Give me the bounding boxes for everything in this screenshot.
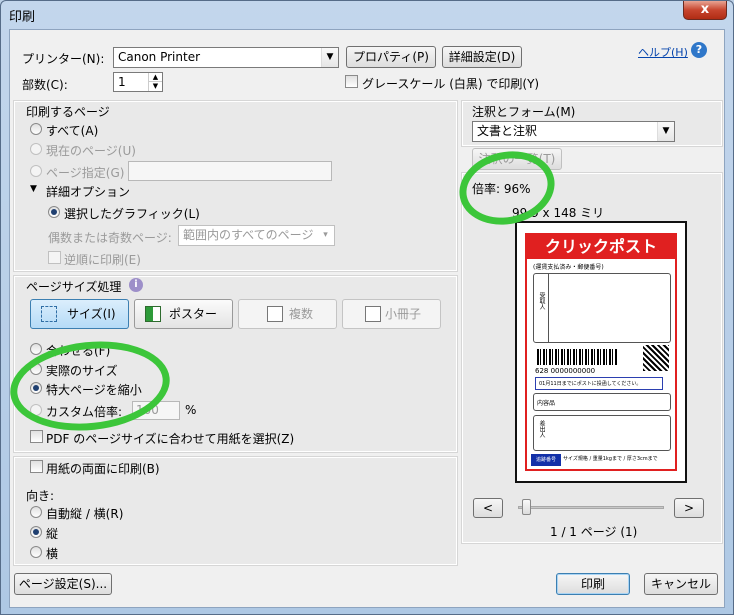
footer-note: サイズ規格 / 重量1kgまで / 厚さ3cmまで	[563, 456, 658, 462]
grayscale-label: グレースケール (白黒) で印刷(Y)	[362, 77, 540, 91]
odd-even-label: 偶数または奇数ページ:	[48, 231, 172, 245]
page-range-label: ページ指定(G)	[46, 166, 125, 180]
multiple-label: 複数	[289, 307, 314, 321]
chevron-down-icon: ▾	[323, 230, 328, 240]
chevron-down-icon: ▼	[321, 48, 338, 67]
size-button[interactable]: サイズ(I)	[30, 299, 129, 329]
size-label: サイズ(I)	[67, 307, 116, 321]
multiple-icon	[267, 306, 283, 322]
reverse-label: 逆順に印刷(E)	[64, 253, 141, 267]
print-button[interactable]: 印刷	[556, 573, 630, 595]
grayscale-checkbox[interactable]	[345, 75, 358, 88]
booklet-label: 小冊子	[385, 307, 422, 321]
contents-box: 内容品	[533, 393, 671, 411]
portrait-label: 縦	[46, 527, 59, 541]
page-range-input[interactable]	[128, 161, 332, 181]
comments-select[interactable]: 文書と注釈 ▼	[472, 121, 675, 142]
page-slider-track[interactable]	[518, 506, 664, 509]
recipient-label: 受取人	[538, 292, 545, 310]
current-page-label: 現在のページ(U)	[46, 144, 136, 158]
pdf-size-checkbox[interactable]	[30, 430, 43, 443]
printer-value: Canon Printer	[118, 50, 201, 64]
page-slider-thumb[interactable]	[522, 499, 531, 515]
poster-button[interactable]: ポスター	[134, 299, 233, 329]
deadline-notice: 01月11日までにポストに投函してください。	[535, 377, 663, 390]
dialog-body: プリンター(N): Canon Printer ▼ プロパティ(P) 詳細設定(…	[5, 29, 725, 608]
dialog-title: 印刷	[9, 10, 36, 25]
odd-even-value: 範囲内のすべてのページ	[183, 228, 314, 242]
help-link[interactable]: ヘルプ(H)	[638, 44, 688, 60]
chevron-down-icon: ▼	[657, 122, 674, 141]
current-page-radio[interactable]	[30, 143, 42, 155]
duplex-checkbox[interactable]	[30, 460, 43, 473]
fit-radio[interactable]	[30, 343, 42, 355]
paid-note: (運賃支払済み・郵便番号)	[533, 264, 604, 271]
tracking-number: 628 0000000000	[535, 367, 596, 375]
next-page-button[interactable]: >	[674, 498, 704, 518]
page-range-radio[interactable]	[30, 165, 42, 177]
poster-label: ポスター	[169, 307, 218, 321]
brand-banner: クリックポスト	[527, 235, 675, 259]
selected-graphic-label: 選択したグラフィック(L)	[64, 207, 200, 221]
landscape-radio[interactable]	[30, 546, 42, 558]
comments-value: 文書と注釈	[477, 124, 538, 138]
print-dialog: 印刷 x プリンター(N): Canon Printer ▼ プロパティ(P) …	[0, 0, 734, 615]
multiple-button[interactable]: 複数	[238, 299, 337, 329]
selected-graphic-radio[interactable]	[48, 206, 60, 218]
auto-orientation-radio[interactable]	[30, 506, 42, 518]
sizing-heading: ページサイズ処理	[26, 280, 122, 294]
all-pages-label: すべて(A)	[46, 124, 99, 138]
pdf-size-label: PDF のページサイズに合わせて用紙を選択(Z)	[46, 432, 295, 446]
properties-button[interactable]: プロパティ(P)	[346, 46, 436, 68]
cancel-button[interactable]: キャンセル	[644, 573, 718, 595]
help-icon[interactable]: ?	[691, 42, 707, 58]
close-button[interactable]: x	[683, 1, 727, 20]
sender-box: 差出人	[533, 415, 671, 451]
auto-orientation-label: 自動縦 / 横(R)	[46, 507, 124, 521]
prev-page-button[interactable]: <	[473, 498, 503, 518]
percent-label: %	[185, 403, 197, 417]
sender-label: 差出人	[538, 420, 545, 438]
all-pages-radio[interactable]	[30, 123, 42, 135]
odd-even-select[interactable]: 範囲内のすべてのページ ▾	[178, 225, 335, 246]
recipient-box: 受取人	[533, 273, 671, 343]
reverse-checkbox[interactable]	[48, 251, 61, 264]
size-icon	[41, 306, 57, 322]
advanced-button[interactable]: 詳細設定(D)	[442, 46, 522, 68]
page-setup-button[interactable]: ページ設定(S)...	[14, 573, 112, 595]
stepper-up-icon[interactable]: ▲	[148, 73, 162, 82]
expand-triangle-icon[interactable]: ▼	[30, 184, 37, 194]
orientation-heading: 向き:	[26, 489, 55, 503]
preview-sheet: クリックポスト (運賃支払済み・郵便番号) 受取人 628 0000000000…	[515, 221, 687, 483]
copies-value: 1	[118, 75, 126, 89]
booklet-icon	[365, 306, 381, 322]
printer-select[interactable]: Canon Printer ▼	[113, 47, 339, 68]
copies-label: 部数(C):	[22, 78, 68, 92]
tracking-stamp: 追跡番号	[531, 454, 561, 466]
landscape-label: 横	[46, 547, 59, 561]
booklet-button[interactable]: 小冊子	[342, 299, 441, 329]
poster-icon	[145, 306, 161, 322]
label-frame: クリックポスト (運賃支払済み・郵便番号) 受取人 628 0000000000…	[525, 233, 677, 471]
printer-label: プリンター(N):	[22, 52, 105, 66]
more-options-label[interactable]: 詳細オプション	[46, 183, 130, 200]
portrait-radio[interactable]	[30, 526, 42, 538]
comments-heading: 注釈とフォーム(M)	[472, 105, 576, 119]
title-bar: 印刷 x	[1, 1, 733, 27]
qr-code	[643, 345, 669, 371]
barcode	[537, 349, 617, 365]
pages-heading: 印刷するページ	[26, 105, 110, 119]
copies-stepper[interactable]: 1 ▲ ▼	[113, 72, 163, 92]
page-indicator: 1 / 1 ページ (1)	[550, 525, 638, 539]
duplex-label: 用紙の両面に印刷(B)	[46, 462, 160, 476]
stepper-down-icon[interactable]: ▼	[148, 82, 162, 91]
info-icon[interactable]: i	[129, 278, 143, 292]
